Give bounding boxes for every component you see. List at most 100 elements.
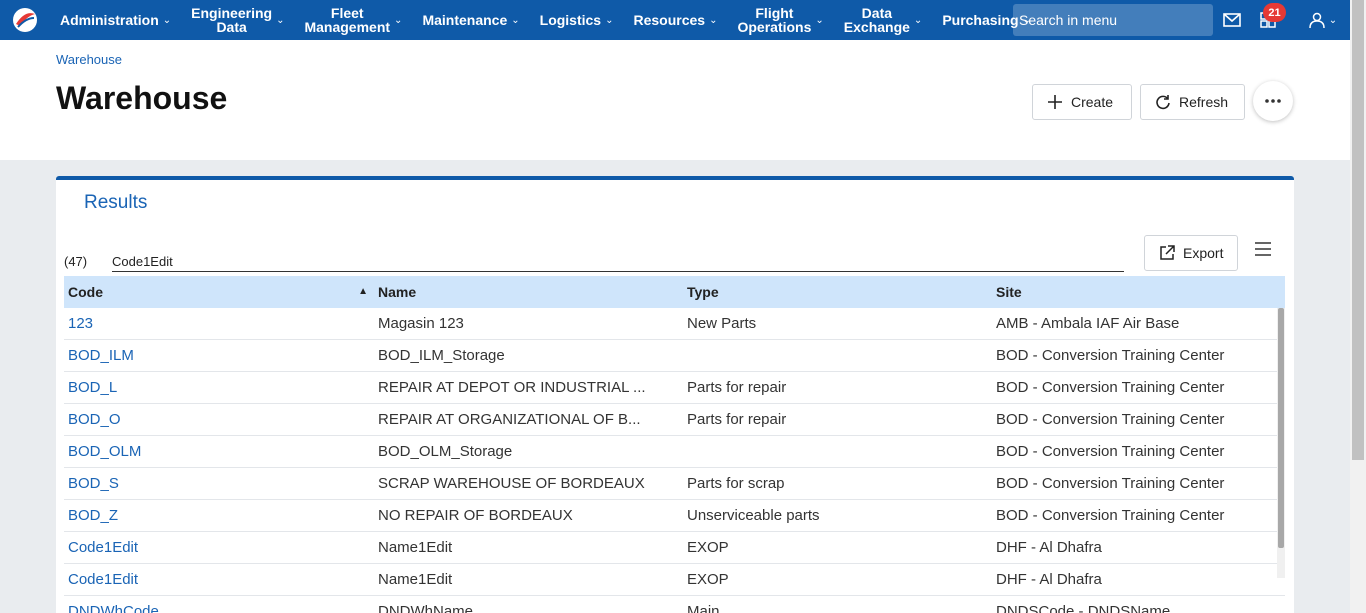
site-cell: BOD - Conversion Training Center (996, 347, 1225, 364)
chevron-down-icon: ⌄ (276, 14, 285, 26)
nav-item-resources[interactable]: Resources ⌄ (624, 0, 728, 40)
type-cell: Parts for repair (687, 411, 787, 428)
table-row[interactable]: Code1Edit Name1Edit EXOP DHF - Al Dhafra (64, 564, 1285, 596)
table-row[interactable]: BOD_O REPAIR AT ORGANIZATIONAL OF B... Par… (64, 404, 1285, 436)
nav-item-label: Resources (633, 12, 706, 28)
type-cell: Unserviceable parts (687, 507, 820, 524)
results-grid: Code ▲ Name Type Site 123 Magasin 123 New … (64, 276, 1285, 613)
table-row[interactable]: BOD_L REPAIR AT DEPOT OR INDUSTRIAL ... Pa… (64, 372, 1285, 404)
code-cell[interactable]: Code1Edit (64, 571, 374, 588)
column-header-code[interactable]: Code ▲ (64, 284, 374, 300)
column-header-label: Code (68, 284, 103, 300)
results-panel: Results (47) Export Code ▲ Name Type Sit… (56, 176, 1294, 613)
logo-icon[interactable] (0, 0, 50, 40)
nav-item-label: Administration (60, 12, 159, 28)
column-header-name[interactable]: Name (374, 284, 683, 300)
name-cell: NO REPAIR OF BORDEAUX (378, 507, 573, 524)
create-button[interactable]: Create (1032, 84, 1132, 120)
table-row[interactable]: BOD_S SCRAP WAREHOUSE OF BORDEAUX Parts fo… (64, 468, 1285, 500)
chevron-down-icon: ⌄ (1328, 14, 1338, 26)
page-header: Warehouse Warehouse Create Refresh (0, 40, 1350, 160)
nav-item-fleet-management[interactable]: Fleet Management ⌄ (294, 0, 412, 40)
code-cell[interactable]: BOD_L (64, 379, 374, 396)
nav-item-flight-operations[interactable]: Flight Operations ⌄ (727, 0, 833, 40)
type-cell: Main (687, 603, 720, 613)
name-cell: BOD_ILM_Storage (378, 347, 505, 364)
results-title: Results (84, 192, 148, 213)
type-cell: Parts for scrap (687, 475, 785, 492)
site-cell: DHF - Al Dhafra (996, 571, 1102, 588)
column-header-type[interactable]: Type (683, 284, 992, 300)
grid-header: Code ▲ Name Type Site (64, 276, 1285, 308)
site-cell: BOD - Conversion Training Center (996, 475, 1225, 492)
table-row[interactable]: DNDWhCode DNDWhName Main DNDSCode - DNDSNam… (64, 596, 1285, 613)
filter-input[interactable] (112, 252, 1124, 272)
ellipsis-icon (1265, 99, 1281, 103)
column-header-site[interactable]: Site (992, 284, 1273, 300)
chevron-down-icon: ⌄ (605, 14, 614, 26)
code-cell[interactable]: BOD_O (64, 411, 374, 428)
mail-icon[interactable] (1220, 0, 1244, 40)
site-cell: BOD - Conversion Training Center (996, 507, 1225, 524)
table-row[interactable]: 123 Magasin 123 New Parts AMB - Ambala IAF … (64, 308, 1285, 340)
table-row[interactable]: BOD_Z NO REPAIR OF BORDEAUX Unserviceable … (64, 500, 1285, 532)
table-row[interactable]: Code1Edit Name1Edit EXOP DHF - Al Dhafra (64, 532, 1285, 564)
site-cell: DNDSCode - DNDSName (996, 603, 1171, 613)
grid-body: 123 Magasin 123 New Parts AMB - Ambala IAF … (64, 308, 1285, 613)
refresh-icon (1156, 95, 1170, 110)
chevron-down-icon: ⌄ (913, 14, 923, 26)
chevron-down-icon: ⌄ (815, 14, 824, 26)
type-cell: New Parts (687, 315, 757, 332)
code-cell[interactable]: BOD_OLM (64, 443, 374, 460)
nav-item-engineering-data[interactable]: Engineering Data ⌄ (181, 0, 294, 40)
name-cell: Magasin 123 (378, 315, 464, 332)
code-cell[interactable]: 123 (64, 315, 374, 332)
chevron-down-icon: ⌄ (709, 14, 718, 26)
site-cell: DHF - Al Dhafra (996, 539, 1102, 556)
page-title: Warehouse (56, 80, 228, 116)
site-cell: AMB - Ambala IAF Air Base (996, 315, 1180, 332)
table-row[interactable]: BOD_ILM BOD_ILM_Storage BOD - Conversion T… (64, 340, 1285, 372)
page-scrollbar-thumb[interactable] (1352, 0, 1364, 460)
name-cell: Name1Edit (378, 539, 453, 556)
external-link-icon (1160, 245, 1175, 260)
name-cell: Name1Edit (378, 571, 453, 588)
refresh-button[interactable]: Refresh (1140, 84, 1245, 120)
site-cell: BOD - Conversion Training Center (996, 443, 1225, 460)
name-cell: REPAIR AT DEPOT OR INDUSTRIAL ... (378, 379, 646, 396)
chevron-down-icon: ⌄ (162, 14, 172, 26)
nav-item-label: Data Exchange (843, 5, 910, 35)
nav-item-logistics[interactable]: Logistics ⌄ (530, 0, 624, 40)
nav-item-maintenance[interactable]: Maintenance ⌄ (412, 0, 529, 40)
name-cell: SCRAP WAREHOUSE OF BORDEAUX (378, 475, 645, 492)
nav-item-label: Logistics (539, 12, 602, 28)
notification-badge[interactable]: 21 (1263, 3, 1286, 22)
site-cell: BOD - Conversion Training Center (996, 379, 1225, 396)
nav-item-label: Fleet Management (304, 5, 391, 35)
results-count: (47) (64, 254, 88, 269)
site-cell: BOD - Conversion Training Center (996, 411, 1225, 428)
code-cell[interactable]: BOD_S (64, 475, 374, 492)
nav-item-administration[interactable]: Administration ⌄ (50, 0, 181, 40)
name-cell: REPAIR AT ORGANIZATIONAL OF B... (378, 411, 641, 428)
type-cell: EXOP (687, 539, 729, 556)
export-button[interactable]: Export (1144, 235, 1239, 271)
user-icon[interactable]: ⌄ (1306, 0, 1340, 40)
code-cell[interactable]: BOD_ILM (64, 347, 374, 364)
column-menu-icon[interactable] (1254, 242, 1274, 262)
grid-scrollbar-thumb[interactable] (1278, 308, 1284, 548)
refresh-button-label: Refresh (1179, 94, 1229, 110)
type-cell: EXOP (687, 571, 729, 588)
table-row[interactable]: BOD_OLM BOD_OLM_Storage BOD - Conversion T… (64, 436, 1285, 468)
name-cell: BOD_OLM_Storage (378, 443, 513, 460)
create-button-label: Create (1071, 94, 1114, 110)
code-cell[interactable]: Code1Edit (64, 539, 374, 556)
code-cell[interactable]: BOD_Z (64, 507, 374, 524)
menu-search-input[interactable]: Search in menu (1013, 4, 1213, 36)
nav-item-data-exchange[interactable]: Data Exchange ⌄ (834, 0, 933, 40)
breadcrumb[interactable]: Warehouse (56, 52, 122, 67)
code-cell[interactable]: DNDWhCode (64, 603, 374, 613)
more-options-button[interactable] (1253, 81, 1293, 121)
type-cell: Parts for repair (687, 379, 787, 396)
sort-ascending-icon[interactable]: ▲ (358, 286, 368, 297)
